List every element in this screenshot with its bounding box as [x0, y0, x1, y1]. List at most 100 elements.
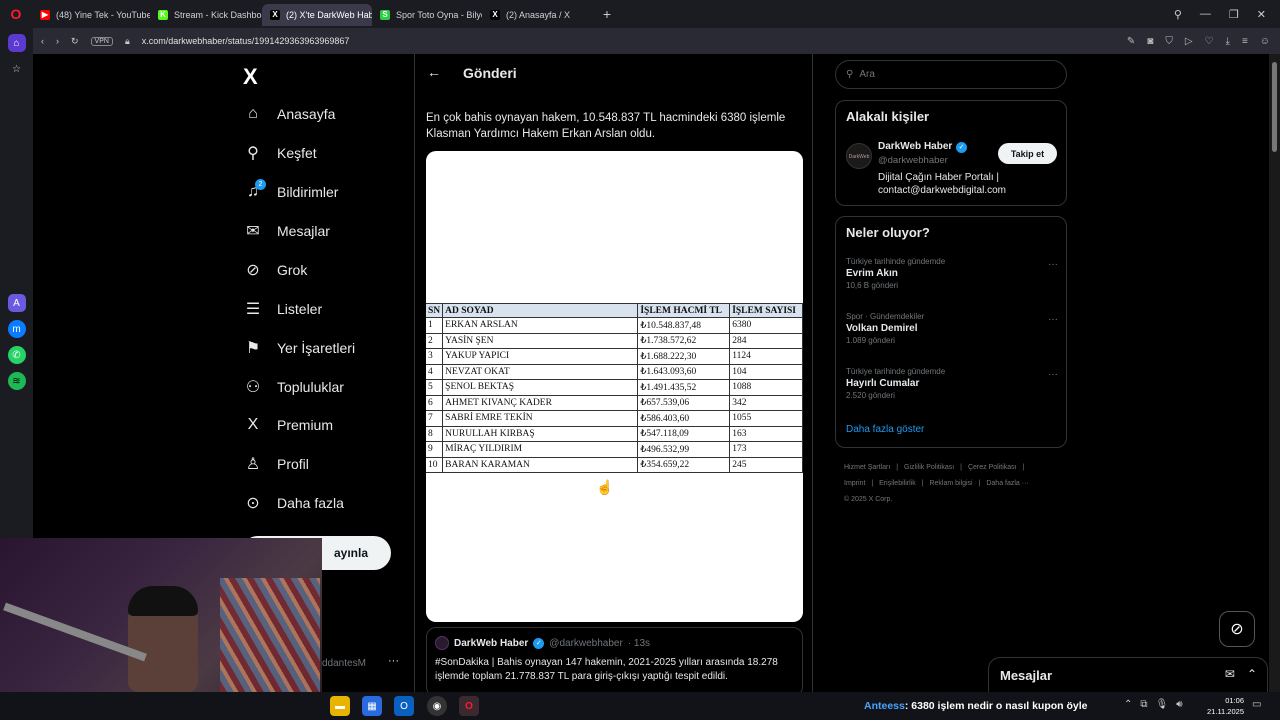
volume-icon[interactable]: 🔊︎: [1176, 699, 1182, 710]
table-cell: ₺586.403,60: [637, 410, 731, 427]
nav-messages[interactable]: ✉ Mesajlar: [243, 212, 330, 250]
chevron-up-icon[interactable]: ⌃: [1124, 699, 1132, 710]
footer-link[interactable]: Daha fazla ···: [986, 480, 1028, 487]
star-icon[interactable]: ☆: [8, 60, 26, 78]
nav-bookmarks[interactable]: ⚑ Yer İşaretleri: [243, 329, 355, 367]
profile-icon[interactable]: ☺: [1260, 36, 1270, 47]
footer-link[interactable]: Gizlilik Politikası: [904, 464, 954, 471]
opera-taskbar-icon[interactable]: O: [459, 696, 479, 716]
copyright: © 2025 X Corp.: [844, 496, 893, 503]
nav-more[interactable]: ⊙ Daha fazla: [243, 484, 344, 522]
browser-tab[interactable]: ▶ (48) Yine Tek - YouTube: [32, 4, 150, 26]
nav-lists[interactable]: ☰ Listeler: [243, 290, 322, 328]
nav-notifications[interactable]: ♫ 2 Bildirimler: [243, 173, 338, 211]
edit-icon[interactable]: ✎: [1127, 36, 1135, 47]
aria-icon[interactable]: A: [7, 294, 26, 312]
browser-tab[interactable]: S Spor Toto Oyna - Bilyoner: [372, 4, 482, 26]
store-icon[interactable]: ▦: [362, 696, 382, 716]
back-arrow-icon[interactable]: ←: [427, 64, 441, 80]
x-logo-icon[interactable]: X: [243, 64, 267, 89]
table-cell: 1124: [729, 348, 803, 365]
table-cell: 6: [426, 395, 444, 411]
avatar[interactable]: DarkWeb: [846, 143, 872, 169]
browser-tab[interactable]: K Stream - Kick Dashboard: [150, 4, 262, 26]
follow-button[interactable]: Takip et: [998, 143, 1057, 164]
notification-center-icon[interactable]: ▭: [1252, 699, 1261, 710]
verified-badge-icon: ✓: [956, 142, 967, 153]
avatar[interactable]: [435, 636, 449, 650]
new-tab-button[interactable]: +: [598, 5, 616, 23]
new-message-icon[interactable]: ✉: [1225, 667, 1235, 681]
more-circle-icon: ⊙: [246, 495, 260, 512]
browser-tab[interactable]: X (2) X'te DarkWeb Haber: ": [262, 4, 372, 26]
network-icon[interactable]: ⧉: [1140, 699, 1147, 710]
obs-icon[interactable]: ◉: [427, 696, 447, 716]
reload-icon[interactable]: ↻: [71, 36, 79, 47]
file-explorer-icon[interactable]: ▬: [330, 696, 350, 716]
system-clock[interactable]: 01:06 21.11.2025: [1200, 695, 1244, 717]
footer-link[interactable]: Imprint: [844, 480, 865, 487]
grok-floating-button[interactable]: ⊘: [1219, 611, 1255, 647]
more-options-icon[interactable]: ···: [1048, 314, 1058, 325]
shield-icon[interactable]: ⛉: [1165, 36, 1173, 47]
messages-drawer[interactable]: Mesajlar ✉ ⌃: [988, 657, 1268, 692]
menu-icon[interactable]: ≡: [1242, 36, 1248, 47]
opera-logo-icon[interactable]: O: [0, 0, 32, 28]
table-cell: 5: [426, 379, 444, 396]
table-cell: 104: [729, 364, 803, 380]
search-icon: ⚲: [846, 69, 854, 80]
nav-communities[interactable]: ⚇ Topluluklar: [243, 368, 344, 406]
messages-tools: ✉ ⌃: [1225, 667, 1257, 681]
play-icon[interactable]: ▷: [1185, 36, 1193, 47]
back-nav-icon[interactable]: ‹: [41, 36, 44, 46]
nav-explore[interactable]: ⚲ Keşfet: [243, 134, 317, 172]
nav-home[interactable]: ⌂ Anasayfa: [243, 95, 335, 133]
trend-item[interactable]: Türkiye tarihinde gündemde Hayırlı Cumal…: [846, 367, 1058, 400]
footer-link[interactable]: Çerez Politikası: [968, 464, 1017, 471]
nav-profile[interactable]: ♙ Profil: [243, 445, 309, 483]
trend-item[interactable]: Türkiye tarihinde gündemde Evrim Akın 10…: [846, 257, 1058, 290]
messenger-icon[interactable]: m: [7, 320, 26, 338]
table-row: 6 AHMET KIVANÇ KADER ₺657.539,06 342: [426, 395, 803, 411]
home-sidebar-icon[interactable]: ⌂: [7, 34, 26, 52]
quoted-post[interactable]: DarkWeb Haber ✓ @darkwebhaber · 13s #Son…: [426, 627, 803, 692]
trend-item[interactable]: Spor · Gündemdekiler Volkan Demirel 1.08…: [846, 312, 1058, 345]
quoted-author-name[interactable]: DarkWeb Haber: [454, 638, 528, 649]
chevron-up-icon[interactable]: ⌃: [1247, 667, 1257, 681]
nav-premium[interactable]: X Premium: [243, 406, 333, 444]
url-field[interactable]: x.com/darkwebhaber/status/19914293639639…: [142, 36, 350, 46]
page-scrollbar[interactable]: [1269, 54, 1280, 692]
search-tabs-icon[interactable]: ⚲: [1174, 8, 1182, 21]
mic-icon[interactable]: 🎙︎: [1156, 699, 1169, 710]
show-more-link[interactable]: Daha fazla göster: [846, 424, 924, 435]
related-user-handle[interactable]: @darkwebhaber: [878, 155, 948, 166]
more-options-icon[interactable]: ···: [1048, 369, 1058, 380]
download-icon[interactable]: ⤓: [1226, 36, 1230, 47]
quoted-post-time[interactable]: · 13s: [628, 638, 650, 649]
outlook-icon[interactable]: O: [394, 696, 414, 716]
more-options-icon[interactable]: ···: [1048, 259, 1058, 270]
post-image[interactable]: SN AD SOYAD İŞLEM HACMİ TL İŞLEM SAYISI 1 ER…: [426, 151, 803, 622]
vpn-badge[interactable]: VPN: [90, 36, 113, 46]
footer-links: Hizmet Şartları | Gizlilik Politikası | …: [844, 460, 1069, 508]
footer-link[interactable]: Reklam bilgisi: [929, 480, 972, 487]
heart-icon[interactable]: ♡: [1205, 36, 1214, 47]
table-cell: SABRİ EMRE TEKİN: [442, 410, 639, 427]
related-user-name[interactable]: DarkWeb Haber: [878, 141, 952, 152]
minimize-button[interactable]: —: [1200, 8, 1211, 20]
forward-nav-icon[interactable]: ›: [56, 36, 59, 46]
scroll-thumb[interactable]: [1272, 62, 1277, 152]
camera-icon[interactable]: ◙: [1147, 36, 1153, 47]
nav-grok[interactable]: ⊘ Grok: [243, 251, 307, 289]
maximize-button[interactable]: ❐: [1229, 8, 1239, 21]
footer-link[interactable]: Erişilebilirlik: [879, 480, 916, 487]
notification-badge: 2: [255, 179, 266, 190]
footer-link[interactable]: Hizmet Şartları: [844, 464, 890, 471]
browser-tab[interactable]: X (2) Anasayfa / X: [482, 4, 592, 26]
whatsapp-icon[interactable]: ✆: [7, 346, 26, 364]
spotify-icon[interactable]: ≋: [7, 372, 26, 390]
account-more-icon[interactable]: ···: [388, 655, 399, 667]
close-window-button[interactable]: ✕: [1257, 8, 1266, 21]
search-input[interactable]: ⚲ Ara: [835, 60, 1067, 89]
quoted-author-handle[interactable]: @darkwebhaber: [549, 638, 623, 649]
